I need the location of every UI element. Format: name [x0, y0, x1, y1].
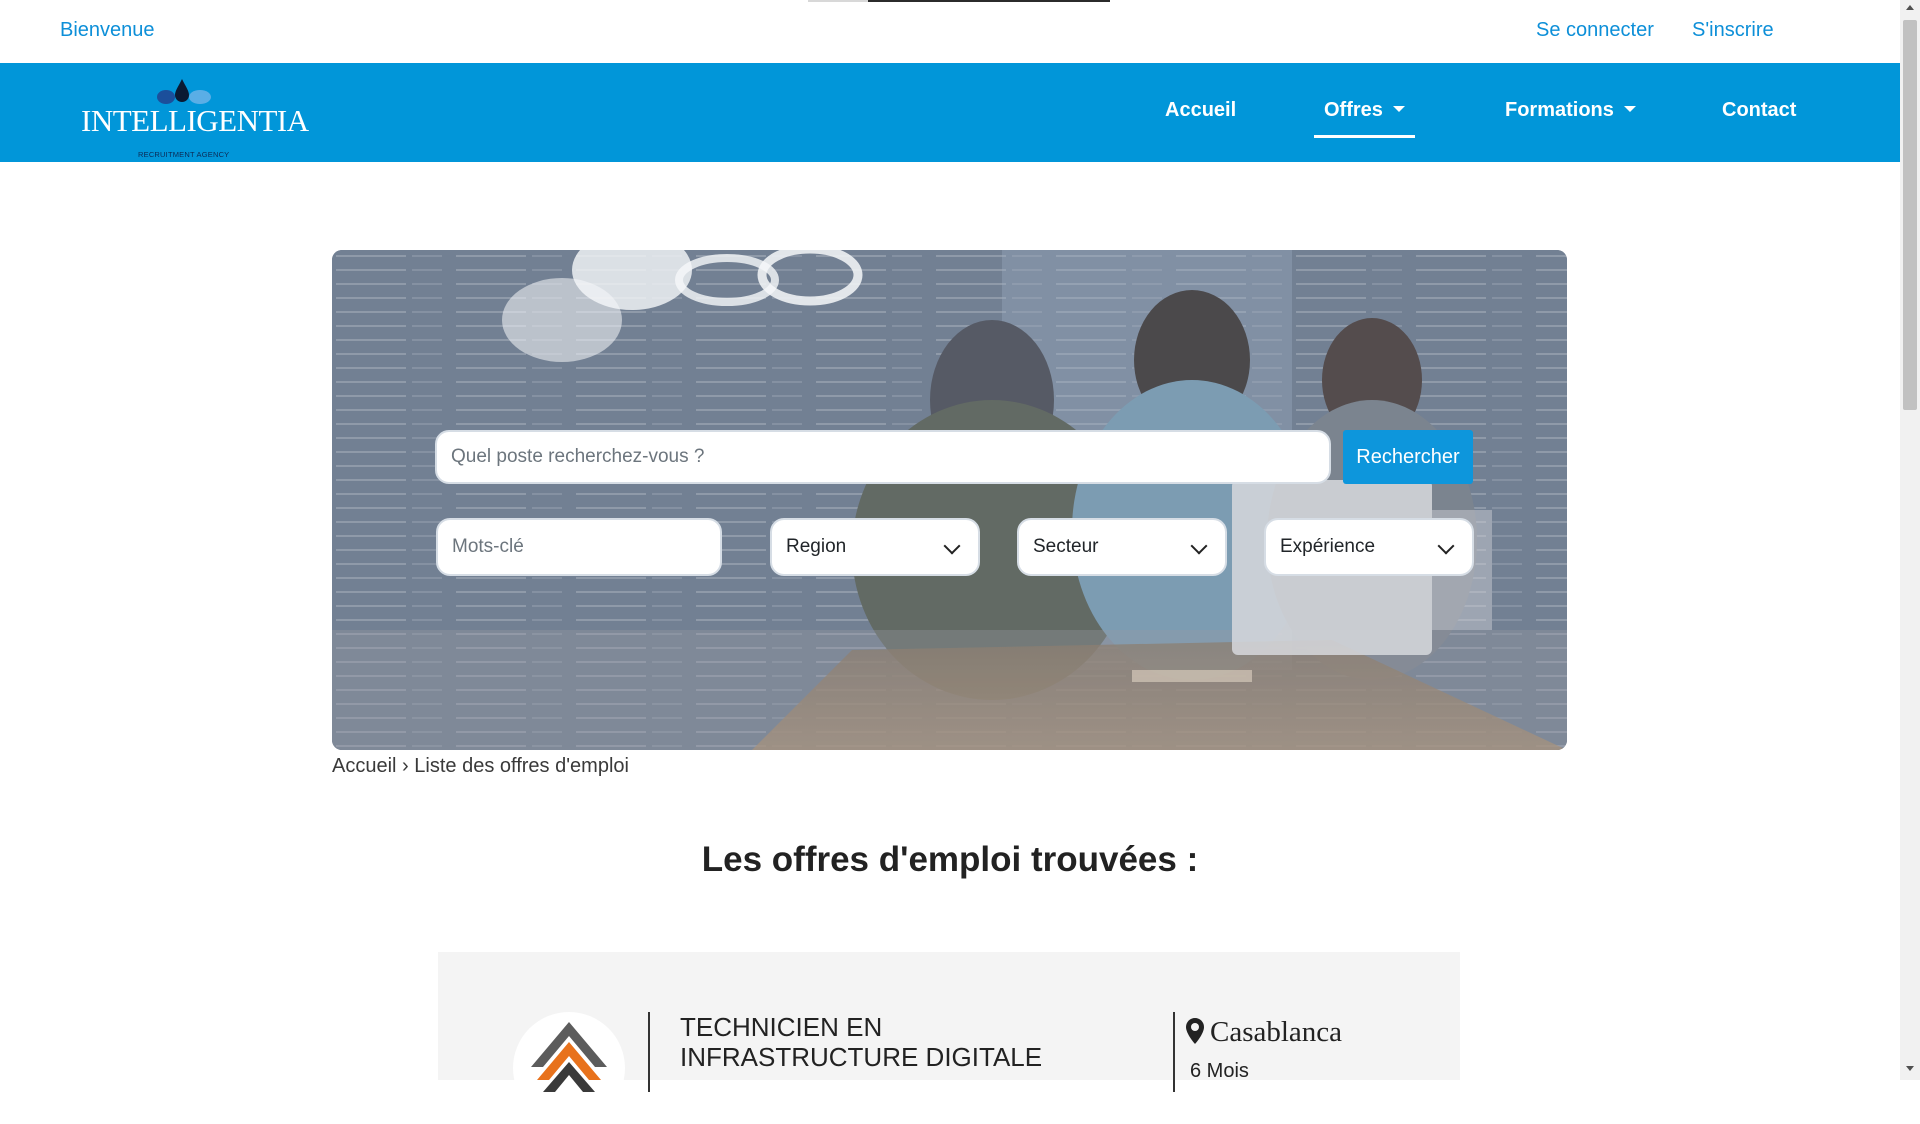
chevron-down-icon	[943, 537, 961, 555]
main-navbar: INTELLIGENTIA RECRUITMENT AGENCY Accueil…	[0, 63, 1900, 162]
search-button[interactable]: Rechercher	[1343, 430, 1473, 484]
brand-logo[interactable]: INTELLIGENTIA RECRUITMENT AGENCY	[78, 73, 309, 159]
scrollbar-thumb[interactable]	[1903, 20, 1917, 410]
page-scrollbar[interactable]	[1900, 0, 1920, 1080]
job-title[interactable]: TECHNICIEN EN INFRASTRUCTURE DIGITALE	[680, 1012, 1120, 1072]
brand-tagline: RECRUITMENT AGENCY	[138, 150, 230, 159]
caret-down-icon	[1623, 106, 1636, 112]
job-location: Casablanca	[1186, 1016, 1342, 1049]
nav-label: Offres	[1324, 99, 1383, 121]
brand-name: INTELLIGENTIA	[81, 103, 309, 138]
experience-select[interactable]: Expérience	[1264, 518, 1474, 576]
breadcrumb: Accueil › Liste des offres d'emploi	[332, 755, 629, 778]
page-loader-progress	[868, 0, 1110, 2]
nav-label: Accueil	[1165, 99, 1237, 121]
caret-down-icon	[1392, 106, 1405, 112]
card-divider	[648, 1012, 650, 1092]
nav-label: Contact	[1722, 99, 1797, 121]
job-city-label: Casablanca	[1210, 1016, 1343, 1048]
nav-label: Formations	[1505, 99, 1614, 121]
nav-item-contact[interactable]: Contact	[1722, 99, 1796, 122]
nav-active-indicator	[1314, 135, 1415, 138]
company-logo	[513, 1012, 625, 1124]
breadcrumb-separator: ›	[402, 755, 409, 777]
chevron-down-icon	[1190, 537, 1208, 555]
hero-background-image	[332, 250, 1567, 750]
experience-select-value: Expérience	[1280, 536, 1376, 557]
register-link[interactable]: S'inscrire	[1692, 19, 1774, 42]
chevron-down-icon	[1437, 537, 1455, 555]
breadcrumb-home-link[interactable]: Accueil	[332, 755, 396, 777]
nav-item-formations[interactable]: Formations	[1505, 99, 1636, 122]
nav-item-accueil[interactable]: Accueil	[1165, 99, 1236, 122]
sector-select[interactable]: Secteur	[1017, 518, 1227, 576]
breadcrumb-current: Liste des offres d'emploi	[414, 755, 629, 777]
top-bar: Bienvenue Se connecter S'inscrire	[0, 0, 1900, 63]
nav-item-offres[interactable]: Offres	[1324, 99, 1405, 122]
region-select-value: Region	[786, 536, 847, 557]
region-select[interactable]: Region	[770, 518, 980, 576]
company-logo-icon	[531, 1022, 607, 1092]
page-loader-track	[808, 0, 868, 2]
job-card[interactable]: TECHNICIEN EN INFRASTRUCTURE DIGITALE Ca…	[438, 952, 1460, 1124]
keywords-input[interactable]: Mots-clé	[436, 518, 722, 576]
login-link[interactable]: Se connecter	[1536, 19, 1654, 42]
results-title: Les offres d'emploi trouvées :	[701, 840, 1199, 879]
sector-select-value: Secteur	[1033, 536, 1099, 557]
hero-search-banner: Quel poste recherchez-vous ? Rechercher …	[332, 250, 1567, 750]
map-pin-icon	[1186, 1018, 1204, 1044]
job-search-input[interactable]: Quel poste recherchez-vous ?	[435, 430, 1331, 484]
scroll-down-icon[interactable]	[1906, 1066, 1914, 1071]
scroll-up-icon[interactable]	[1906, 5, 1914, 10]
welcome-link[interactable]: Bienvenue	[60, 19, 155, 42]
card-divider	[1173, 1012, 1175, 1092]
